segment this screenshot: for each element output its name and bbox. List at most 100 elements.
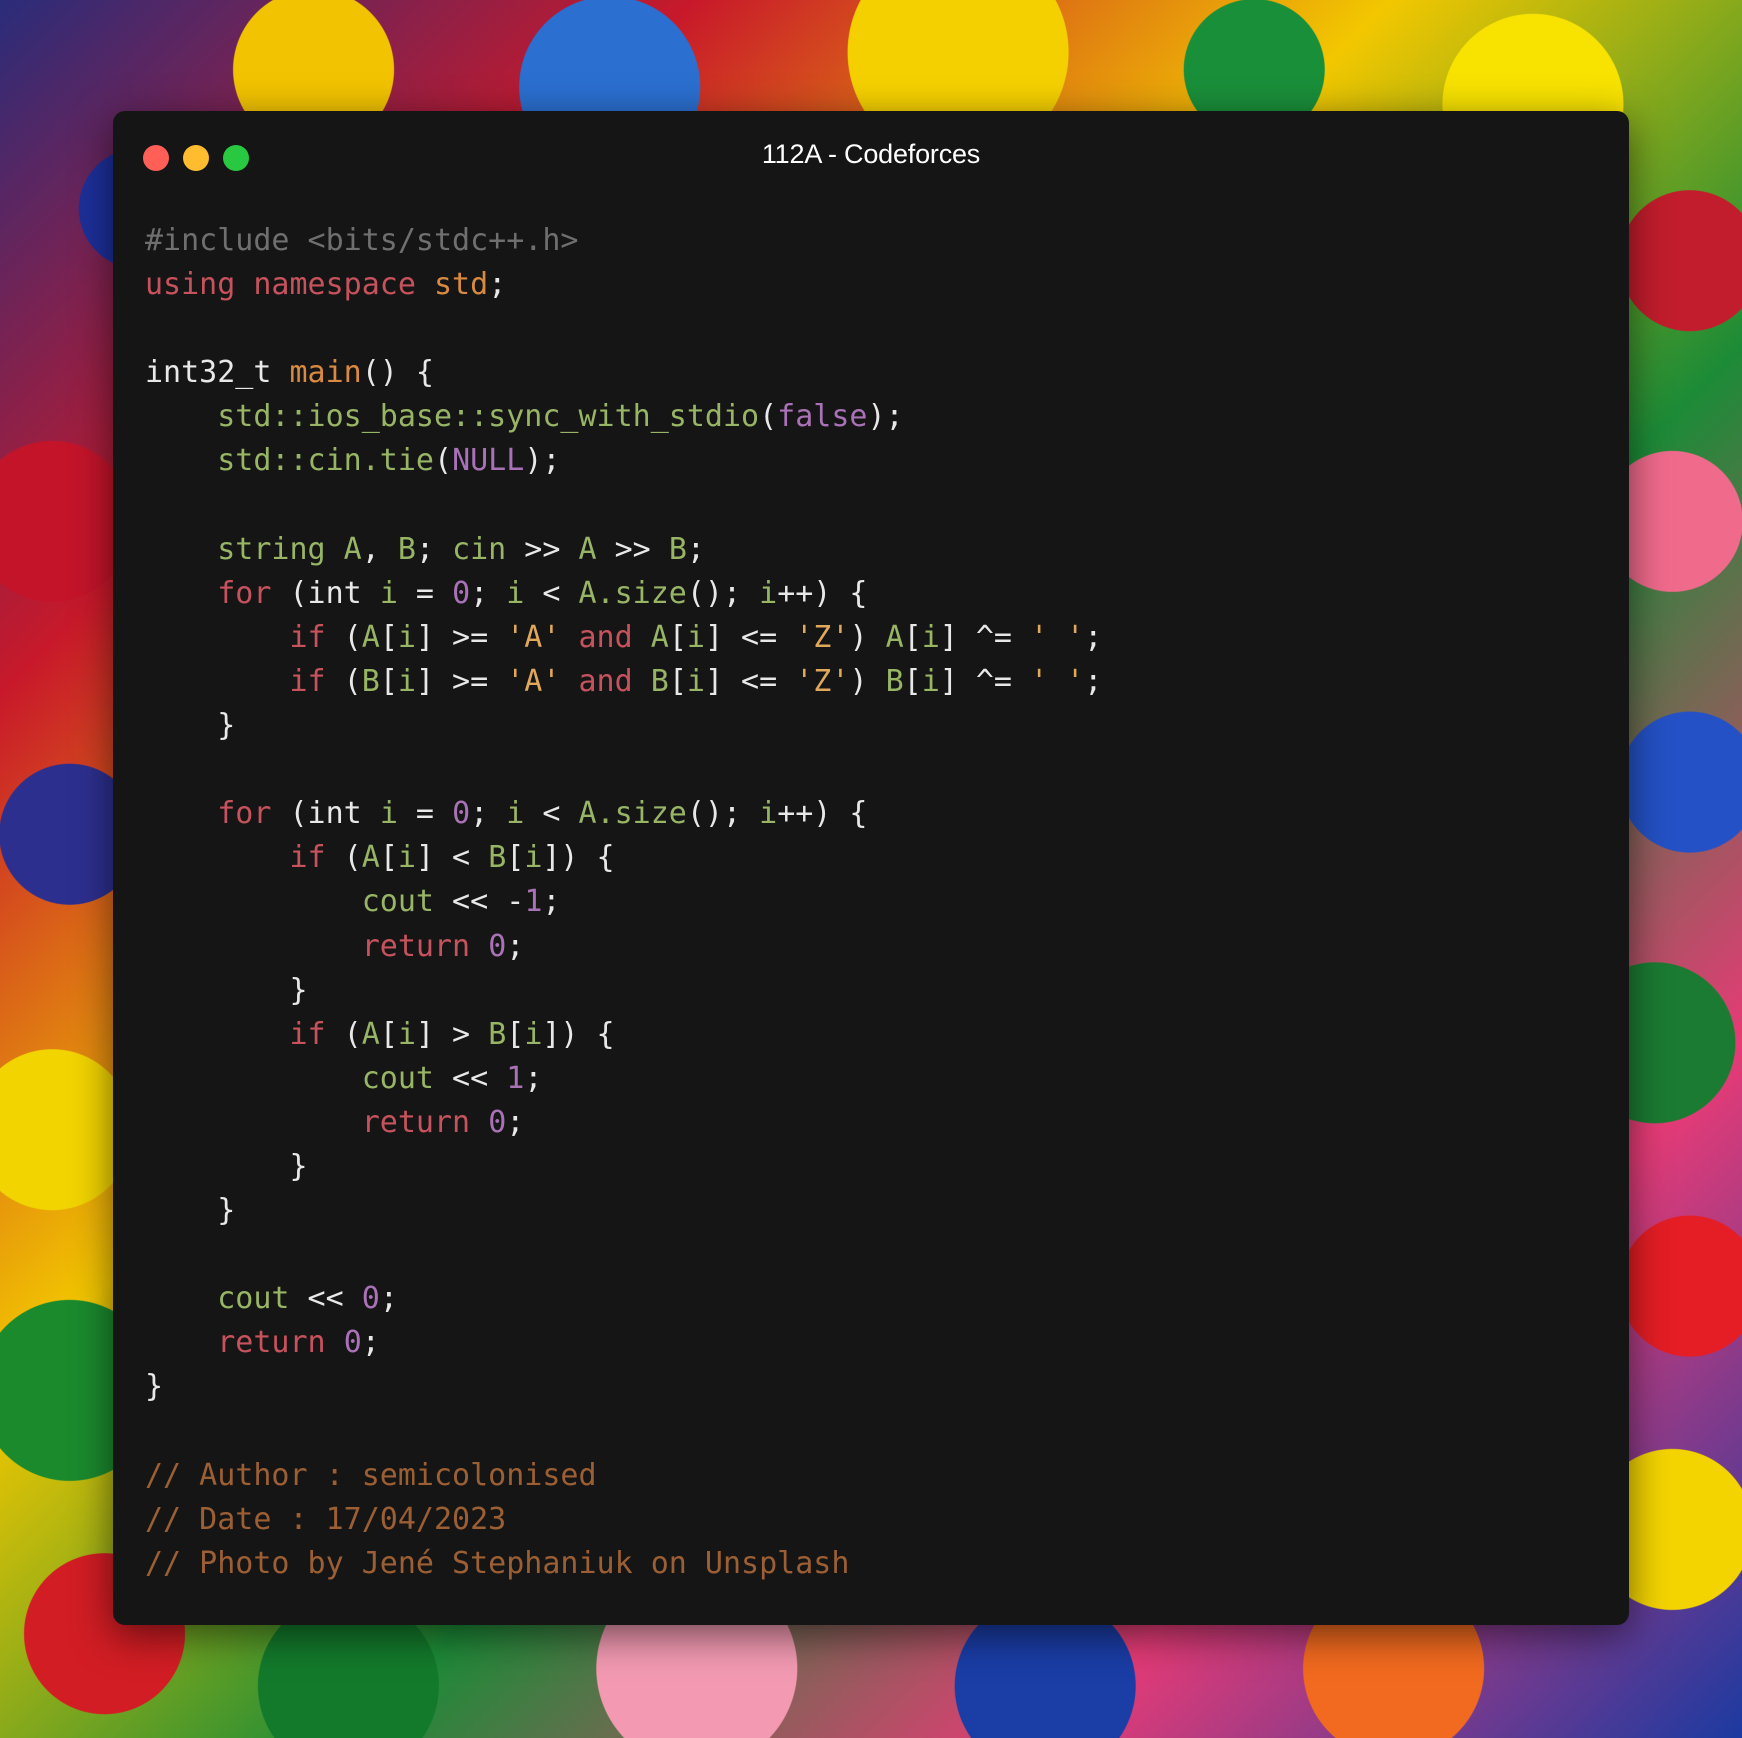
window-titlebar: 112A - Codeforces: [113, 111, 1629, 191]
code-token: false: [777, 399, 868, 435]
code-token: [: [668, 619, 687, 655]
code-line: // Date : 17/04/2023: [145, 1498, 1102, 1542]
code-token: i: [921, 663, 940, 699]
code-token: ++) {: [777, 796, 868, 832]
code-line: }: [145, 704, 1102, 748]
code-token: i: [397, 1016, 416, 1052]
code-token: cout: [361, 1060, 434, 1096]
code-token: << -: [434, 884, 525, 920]
code-token: i: [759, 575, 778, 611]
code-line: cout << -1;: [145, 880, 1102, 924]
code-token: if: [289, 840, 326, 876]
code-token: ;: [470, 796, 507, 832]
code-token: ;: [524, 1060, 543, 1096]
code-token: ' ': [1030, 663, 1085, 699]
code-token: [: [379, 619, 398, 655]
code-token: 'A': [506, 619, 561, 655]
code-token: ;: [506, 1104, 525, 1140]
code-token: ' ': [1030, 619, 1085, 655]
code-token: return: [217, 1325, 326, 1361]
code-token: B: [397, 531, 416, 567]
code-token: [: [379, 1016, 398, 1052]
code-line: }: [145, 1145, 1102, 1189]
code-token: A: [578, 531, 597, 567]
code-token: cout: [361, 884, 434, 920]
code-token: ] >: [415, 1016, 489, 1052]
code-token: ;: [542, 884, 561, 920]
code-token: i: [397, 619, 416, 655]
code-token: i: [379, 575, 398, 611]
code-line: string A, B; cin >> A >> B;: [145, 528, 1102, 572]
code-line: }: [145, 1189, 1102, 1233]
code-line: if (A[i] < B[i]) {: [145, 836, 1102, 880]
code-token: ,: [361, 531, 398, 567]
code-line: cout << 1;: [145, 1057, 1102, 1101]
code-token: (: [759, 399, 778, 435]
code-token: [: [903, 663, 922, 699]
code-token: }: [145, 1193, 236, 1229]
code-line: int32_t main() {: [145, 351, 1102, 395]
code-token: [: [379, 840, 398, 876]
code-token: ;: [686, 531, 705, 567]
code-token: i: [686, 663, 705, 699]
code-token: i: [921, 619, 940, 655]
code-token: ();: [686, 796, 760, 832]
code-token: ]) {: [542, 1016, 615, 1052]
code-token: ] <: [415, 840, 489, 876]
code-token: 1: [524, 884, 543, 920]
code-token: 0: [343, 1325, 362, 1361]
code-line: return 0;: [145, 1101, 1102, 1145]
code-token: if: [289, 1016, 326, 1052]
code-line: return 0;: [145, 1321, 1102, 1365]
code-token: B: [650, 663, 669, 699]
code-token: i: [397, 840, 416, 876]
code-line: // Author : semicolonised: [145, 1454, 1102, 1498]
code-token: return: [361, 928, 471, 964]
code-token: A: [885, 619, 904, 655]
code-token: for: [217, 575, 272, 611]
code-token: 0: [488, 1104, 507, 1140]
code-line: }: [145, 1365, 1102, 1409]
code-token: (: [325, 663, 362, 699]
code-token: <: [524, 575, 579, 611]
code-token: // Author : semicolonised: [145, 1457, 597, 1493]
code-line: for (int i = 0; i < A.size(); i++) {: [145, 572, 1102, 616]
code-line: if (A[i] >= 'A' and A[i] <= 'Z') A[i] ^=…: [145, 616, 1103, 660]
code-token: [: [903, 619, 922, 655]
code-token: ] <=: [704, 663, 796, 699]
code-token: i: [524, 840, 543, 876]
code-token: [: [506, 1016, 525, 1052]
code-token: () {: [361, 355, 434, 391]
code-token: ;: [415, 531, 453, 567]
code-token: B: [668, 531, 687, 567]
code-token: (: [325, 840, 362, 876]
code-token: ;: [379, 1281, 398, 1317]
code-token: ++) {: [777, 575, 868, 611]
code-line: std::ios_base::sync_with_stdio(false);: [145, 395, 1102, 439]
code-token: for: [217, 796, 272, 832]
code-token: namespace: [253, 267, 416, 303]
code-token: and: [578, 619, 633, 655]
code-token: <<: [289, 1281, 362, 1317]
code-token: (int: [271, 575, 380, 611]
code-token: B: [885, 663, 904, 699]
code-token: (int: [271, 796, 380, 832]
code-token: if: [289, 663, 326, 699]
code-line: #include <bits/stdc++.h>: [145, 219, 1102, 263]
code-token: using: [145, 267, 236, 303]
